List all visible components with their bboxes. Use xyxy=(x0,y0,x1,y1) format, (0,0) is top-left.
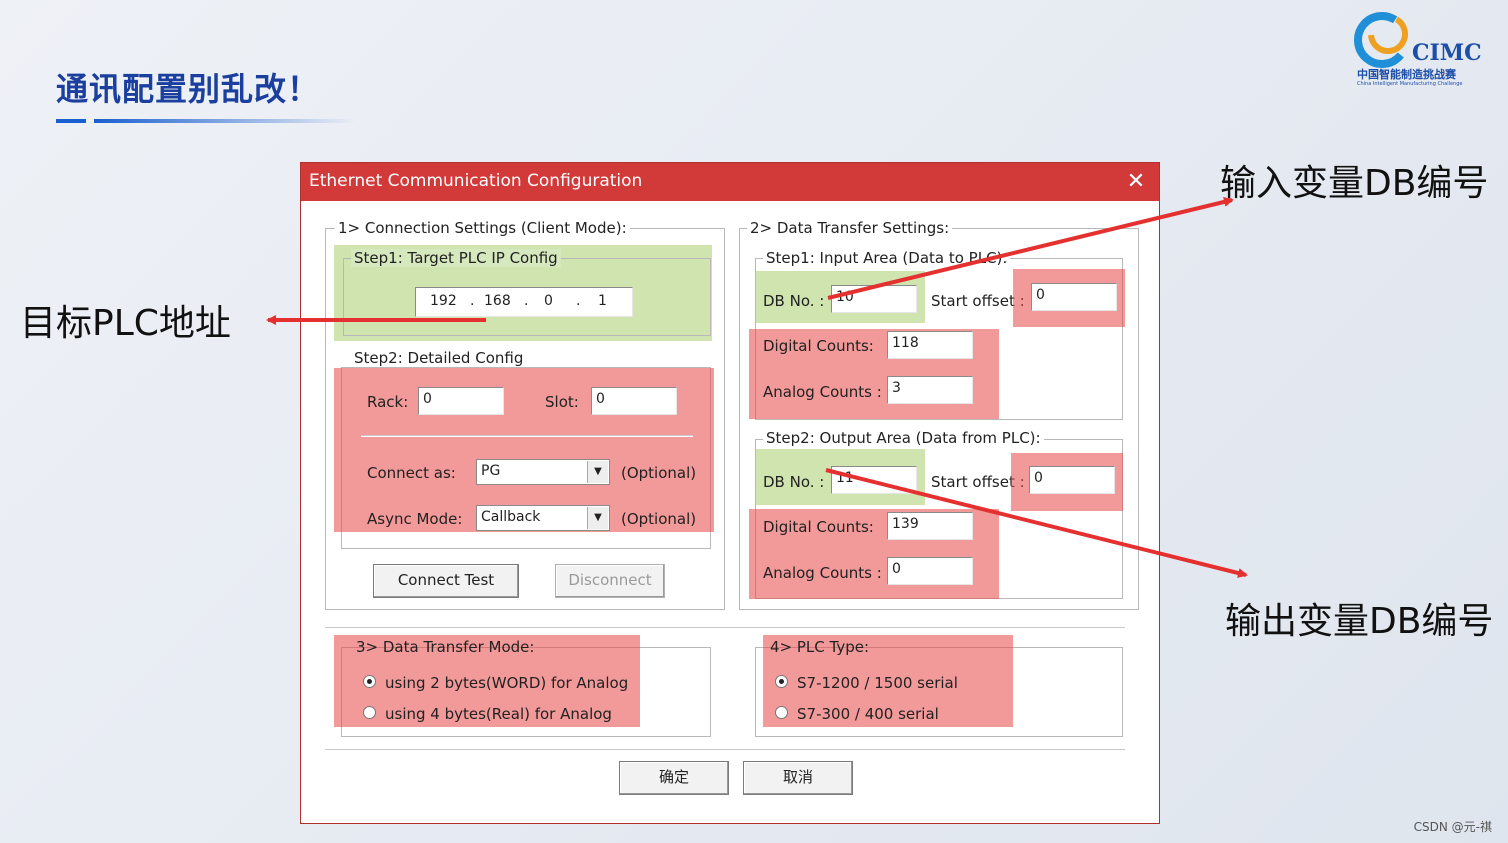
slot-label: Slot: xyxy=(545,393,579,411)
transfer-mode-legend: 3> Data Transfer Mode: xyxy=(356,638,535,656)
output-digital-input[interactable]: 139 xyxy=(887,512,973,540)
chevron-down-icon[interactable]: ▼ xyxy=(587,507,608,529)
callout-target-plc: 目标PLC地址 xyxy=(20,303,231,344)
step2-detailed-legend: Step2: Detailed Config xyxy=(351,349,527,367)
cancel-button[interactable]: 取消 xyxy=(743,761,853,795)
plc-s7-1200-label: S7-1200 / 1500 serial xyxy=(797,674,958,692)
mode-real-label: using 4 bytes(Real) for Analog xyxy=(385,705,612,723)
output-analog-label: Analog Counts : xyxy=(763,564,882,582)
connection-settings-legend: 1> Connection Settings (Client Mode): xyxy=(335,219,630,237)
async-mode-label: Async Mode: xyxy=(367,510,463,528)
input-db-label: DB No. : xyxy=(763,292,825,310)
plc-s7-300-label: S7-300 / 400 serial xyxy=(797,705,939,723)
input-digital-label: Digital Counts: xyxy=(763,337,874,355)
rack-input[interactable]: 0 xyxy=(418,387,504,415)
chevron-down-icon[interactable]: ▼ xyxy=(587,461,608,483)
connect-as-label: Connect as: xyxy=(367,464,456,482)
slot-input[interactable]: 0 xyxy=(591,387,677,415)
plc-s7-300-radio[interactable] xyxy=(775,706,788,719)
ip-dot: . xyxy=(576,293,581,309)
ip-octet-1: 192 xyxy=(430,293,457,309)
data-transfer-legend: 2> Data Transfer Settings: xyxy=(747,219,953,237)
logo-text: CIMC xyxy=(1412,40,1482,66)
plc-type-legend: 4> PLC Type: xyxy=(770,638,870,656)
watermark: CSDN @元-祺 xyxy=(1413,820,1492,834)
dialog-titlebar[interactable]: Ethernet Communication Configuration ✕ xyxy=(301,163,1159,201)
logo-subtitle-en: China Intelligent Manufacturing Challeng… xyxy=(1357,81,1463,87)
async-mode-value: Callback xyxy=(481,509,541,525)
output-db-input[interactable]: 11 xyxy=(831,466,917,494)
mode-word-radio[interactable] xyxy=(363,675,376,688)
step1-ip-legend: Step1: Target PLC IP Config xyxy=(351,249,561,267)
input-analog-label: Analog Counts : xyxy=(763,383,882,401)
input-db-input[interactable]: 10 xyxy=(831,285,917,313)
connect-as-optional: (Optional) xyxy=(621,464,697,482)
output-db-label: DB No. : xyxy=(763,473,825,491)
output-digital-label: Digital Counts: xyxy=(763,518,874,536)
logo-subtitle: 中国智能制造挑战赛 xyxy=(1357,68,1456,81)
plc-s7-1200-radio[interactable] xyxy=(775,675,788,688)
ip-address-input[interactable]: 192 . 168 . 0 . 1 xyxy=(415,287,633,317)
callout-output-db: 输出变量DB编号 xyxy=(1225,601,1494,642)
disconnect-button[interactable]: Disconnect xyxy=(555,564,665,598)
ip-dot: . xyxy=(524,293,529,309)
rack-label: Rack: xyxy=(367,393,409,411)
ip-dot: . xyxy=(470,293,475,309)
ok-button[interactable]: 确定 xyxy=(619,761,729,795)
mode-real-radio[interactable] xyxy=(363,706,376,719)
divider xyxy=(325,627,1125,629)
ethernet-config-dialog: Ethernet Communication Configuration ✕ 1… xyxy=(300,162,1160,824)
output-analog-input[interactable]: 0 xyxy=(887,557,973,585)
connect-as-value: PG xyxy=(481,463,501,479)
divider xyxy=(361,435,693,437)
callout-input-db: 输入变量DB编号 xyxy=(1220,163,1489,204)
output-area-legend: Step2: Output Area (Data from PLC): xyxy=(763,429,1044,447)
dialog-title: Ethernet Communication Configuration xyxy=(309,171,643,191)
ip-octet-4: 1 xyxy=(598,293,607,309)
input-analog-input[interactable]: 3 xyxy=(887,376,973,404)
mode-word-label: using 2 bytes(WORD) for Analog xyxy=(385,674,629,692)
slide-title: 通讯配置别乱改！ xyxy=(56,70,321,108)
output-offset-input[interactable]: 0 xyxy=(1029,466,1115,494)
divider xyxy=(325,749,1125,751)
connect-test-button[interactable]: Connect Test xyxy=(373,564,519,598)
ip-octet-3: 0 xyxy=(544,293,553,309)
close-icon[interactable]: ✕ xyxy=(1123,169,1149,195)
input-area-legend: Step1: Input Area (Data to PLC): xyxy=(763,249,1011,267)
connect-as-select[interactable]: PG ▼ xyxy=(476,459,610,485)
ip-octet-2: 168 xyxy=(484,293,511,309)
input-offset-input[interactable]: 0 xyxy=(1031,283,1117,311)
input-offset-label: Start offset : xyxy=(931,292,1025,310)
async-mode-optional: (Optional) xyxy=(621,510,697,528)
title-underline xyxy=(56,119,356,123)
async-mode-select[interactable]: Callback ▼ xyxy=(476,505,610,531)
input-digital-input[interactable]: 118 xyxy=(887,331,973,359)
